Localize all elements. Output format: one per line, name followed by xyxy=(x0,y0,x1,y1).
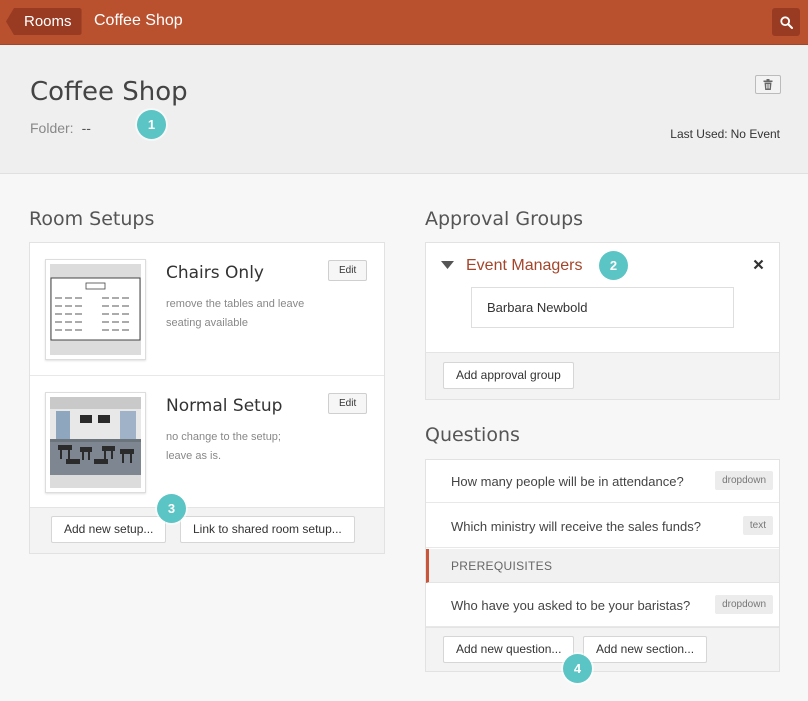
setup-name[interactable]: Chairs Only xyxy=(166,263,264,283)
question-type-badge: dropdown xyxy=(715,471,773,490)
question-row[interactable]: How many people will be in attendance? d… xyxy=(426,460,779,503)
caret-down-icon[interactable] xyxy=(441,261,454,270)
questions-heading: Questions xyxy=(425,424,520,446)
last-used-label: Last Used: xyxy=(670,127,728,141)
question-type-badge: text xyxy=(742,516,773,535)
folder-value[interactable]: -- xyxy=(82,120,91,136)
setup-row: Chairs Only remove the tables and leave … xyxy=(30,243,384,376)
room-setups-footer: Add new setup... Link to shared room set… xyxy=(30,507,384,553)
room-setups-heading: Room Setups xyxy=(29,208,155,230)
question-section-header[interactable]: PREREQUISITES xyxy=(426,549,779,583)
delete-room-button[interactable] xyxy=(755,75,781,94)
close-icon[interactable] xyxy=(753,259,764,270)
search-icon xyxy=(779,15,793,29)
add-approval-group-button[interactable]: Add approval group xyxy=(443,362,574,389)
trash-icon xyxy=(763,79,773,90)
setup-thumbnail[interactable] xyxy=(45,259,146,360)
question-text: Who have you asked to be your baristas? xyxy=(451,598,691,613)
page-title: Coffee Shop xyxy=(30,77,188,107)
edit-setup-button[interactable]: Edit xyxy=(328,260,368,281)
link-shared-setup-button[interactable]: Link to shared room setup... xyxy=(180,516,355,543)
setup-description: no change to the setup; leave as is. xyxy=(166,431,281,462)
room-setups-panel: Chairs Only remove the tables and leave … xyxy=(29,242,385,554)
room-photo xyxy=(50,397,141,488)
approval-group-name[interactable]: Event Managers xyxy=(466,257,583,275)
page-header: Coffee Shop Folder: -- Last Used: No Event xyxy=(0,45,808,174)
last-used-info: Last Used: No Event xyxy=(670,127,780,141)
folder-label: Folder: xyxy=(30,120,74,136)
step-badge-3: 3 xyxy=(157,494,186,523)
question-text: Which ministry will receive the sales fu… xyxy=(451,519,701,534)
add-new-section-button[interactable]: Add new section... xyxy=(583,636,708,663)
setup-name[interactable]: Normal Setup xyxy=(166,396,282,416)
setup-description: remove the tables and leave seating avai… xyxy=(166,298,305,329)
search-button[interactable] xyxy=(772,8,800,36)
add-new-question-button[interactable]: Add new question... xyxy=(443,636,575,663)
questions-panel: How many people will be in attendance? d… xyxy=(425,459,780,672)
approval-groups-footer: Add approval group xyxy=(426,352,779,399)
question-row[interactable]: Who have you asked to be your baristas? … xyxy=(426,584,779,627)
question-text: How many people will be in attendance? xyxy=(451,474,684,489)
folder-info: Folder: -- xyxy=(30,120,91,136)
approval-group-member[interactable]: Barbara Newbold xyxy=(471,287,734,328)
questions-footer: Add new question... Add new section... xyxy=(426,627,779,671)
floor-plan-diagram xyxy=(50,264,141,355)
question-row[interactable]: Which ministry will receive the sales fu… xyxy=(426,505,779,548)
breadcrumb-rooms[interactable]: Rooms xyxy=(6,8,82,35)
edit-setup-button[interactable]: Edit xyxy=(328,393,368,414)
setup-thumbnail[interactable] xyxy=(45,392,146,493)
setup-row: Normal Setup no change to the setup; lea… xyxy=(30,376,384,509)
step-badge-1: 1 xyxy=(137,110,166,139)
topbar-title: Coffee Shop xyxy=(94,12,183,29)
add-new-setup-button[interactable]: Add new setup... xyxy=(51,516,167,543)
approval-groups-heading: Approval Groups xyxy=(425,208,584,230)
top-bar: Rooms Coffee Shop xyxy=(0,0,808,45)
question-type-badge: dropdown xyxy=(715,595,773,614)
step-badge-2: 2 xyxy=(599,251,628,280)
last-used-value: No Event xyxy=(730,127,780,141)
step-badge-4: 4 xyxy=(563,654,592,683)
section-title: PREREQUISITES xyxy=(451,559,553,573)
